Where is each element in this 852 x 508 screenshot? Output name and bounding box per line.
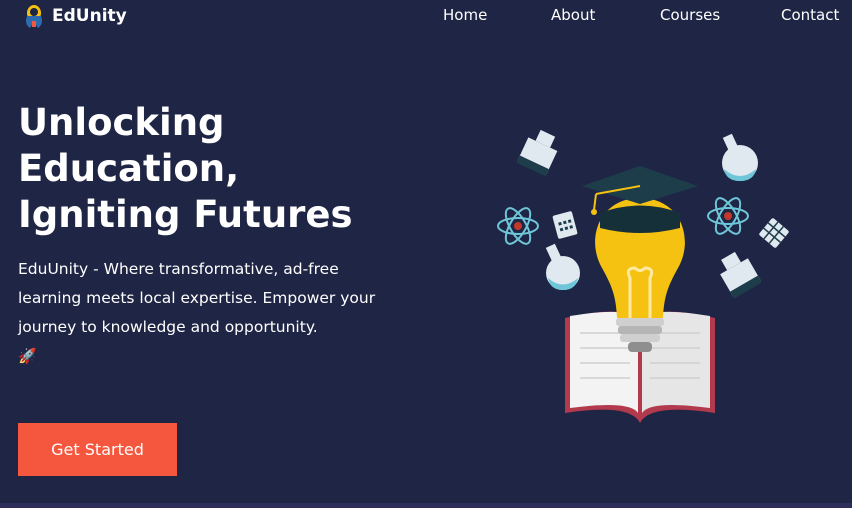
section-divider [0, 503, 852, 508]
hero-title-line-2: Education, [18, 147, 240, 190]
flask-icon [545, 243, 580, 290]
logo-icon [26, 5, 42, 28]
flask-icon [516, 129, 558, 177]
hero-description: EduUnity - Where transformative, ad-free… [18, 255, 388, 371]
atom-icon [497, 207, 539, 245]
rocket-emoji-icon: 🚀 [18, 347, 37, 365]
hero-title: Unlocking Education, Igniting Futures [18, 100, 438, 238]
education-illustration [497, 129, 789, 423]
nav-courses-link[interactable]: Courses [660, 6, 720, 24]
get-started-button[interactable]: Get Started [18, 423, 177, 476]
nav-contact-link[interactable]: Contact [781, 6, 839, 24]
calculator-icon [552, 211, 578, 239]
calculator-icon [759, 218, 789, 248]
hero-title-line-1: Unlocking [18, 101, 225, 144]
hero-title-line-3: Igniting Futures [18, 193, 353, 236]
nav-home-link[interactable]: Home [443, 6, 487, 24]
atom-icon [707, 197, 749, 235]
flask-icon [720, 251, 762, 299]
hero-description-text: EduUnity - Where transformative, ad-free… [18, 260, 376, 336]
top-navbar: EdUnity Home About Courses Contact [0, 0, 852, 32]
brand-name: EdUnity [52, 6, 127, 26]
brand-logo[interactable]: EdUnity [22, 2, 127, 30]
flask-icon [722, 133, 758, 181]
nav-about-link[interactable]: About [551, 6, 595, 24]
